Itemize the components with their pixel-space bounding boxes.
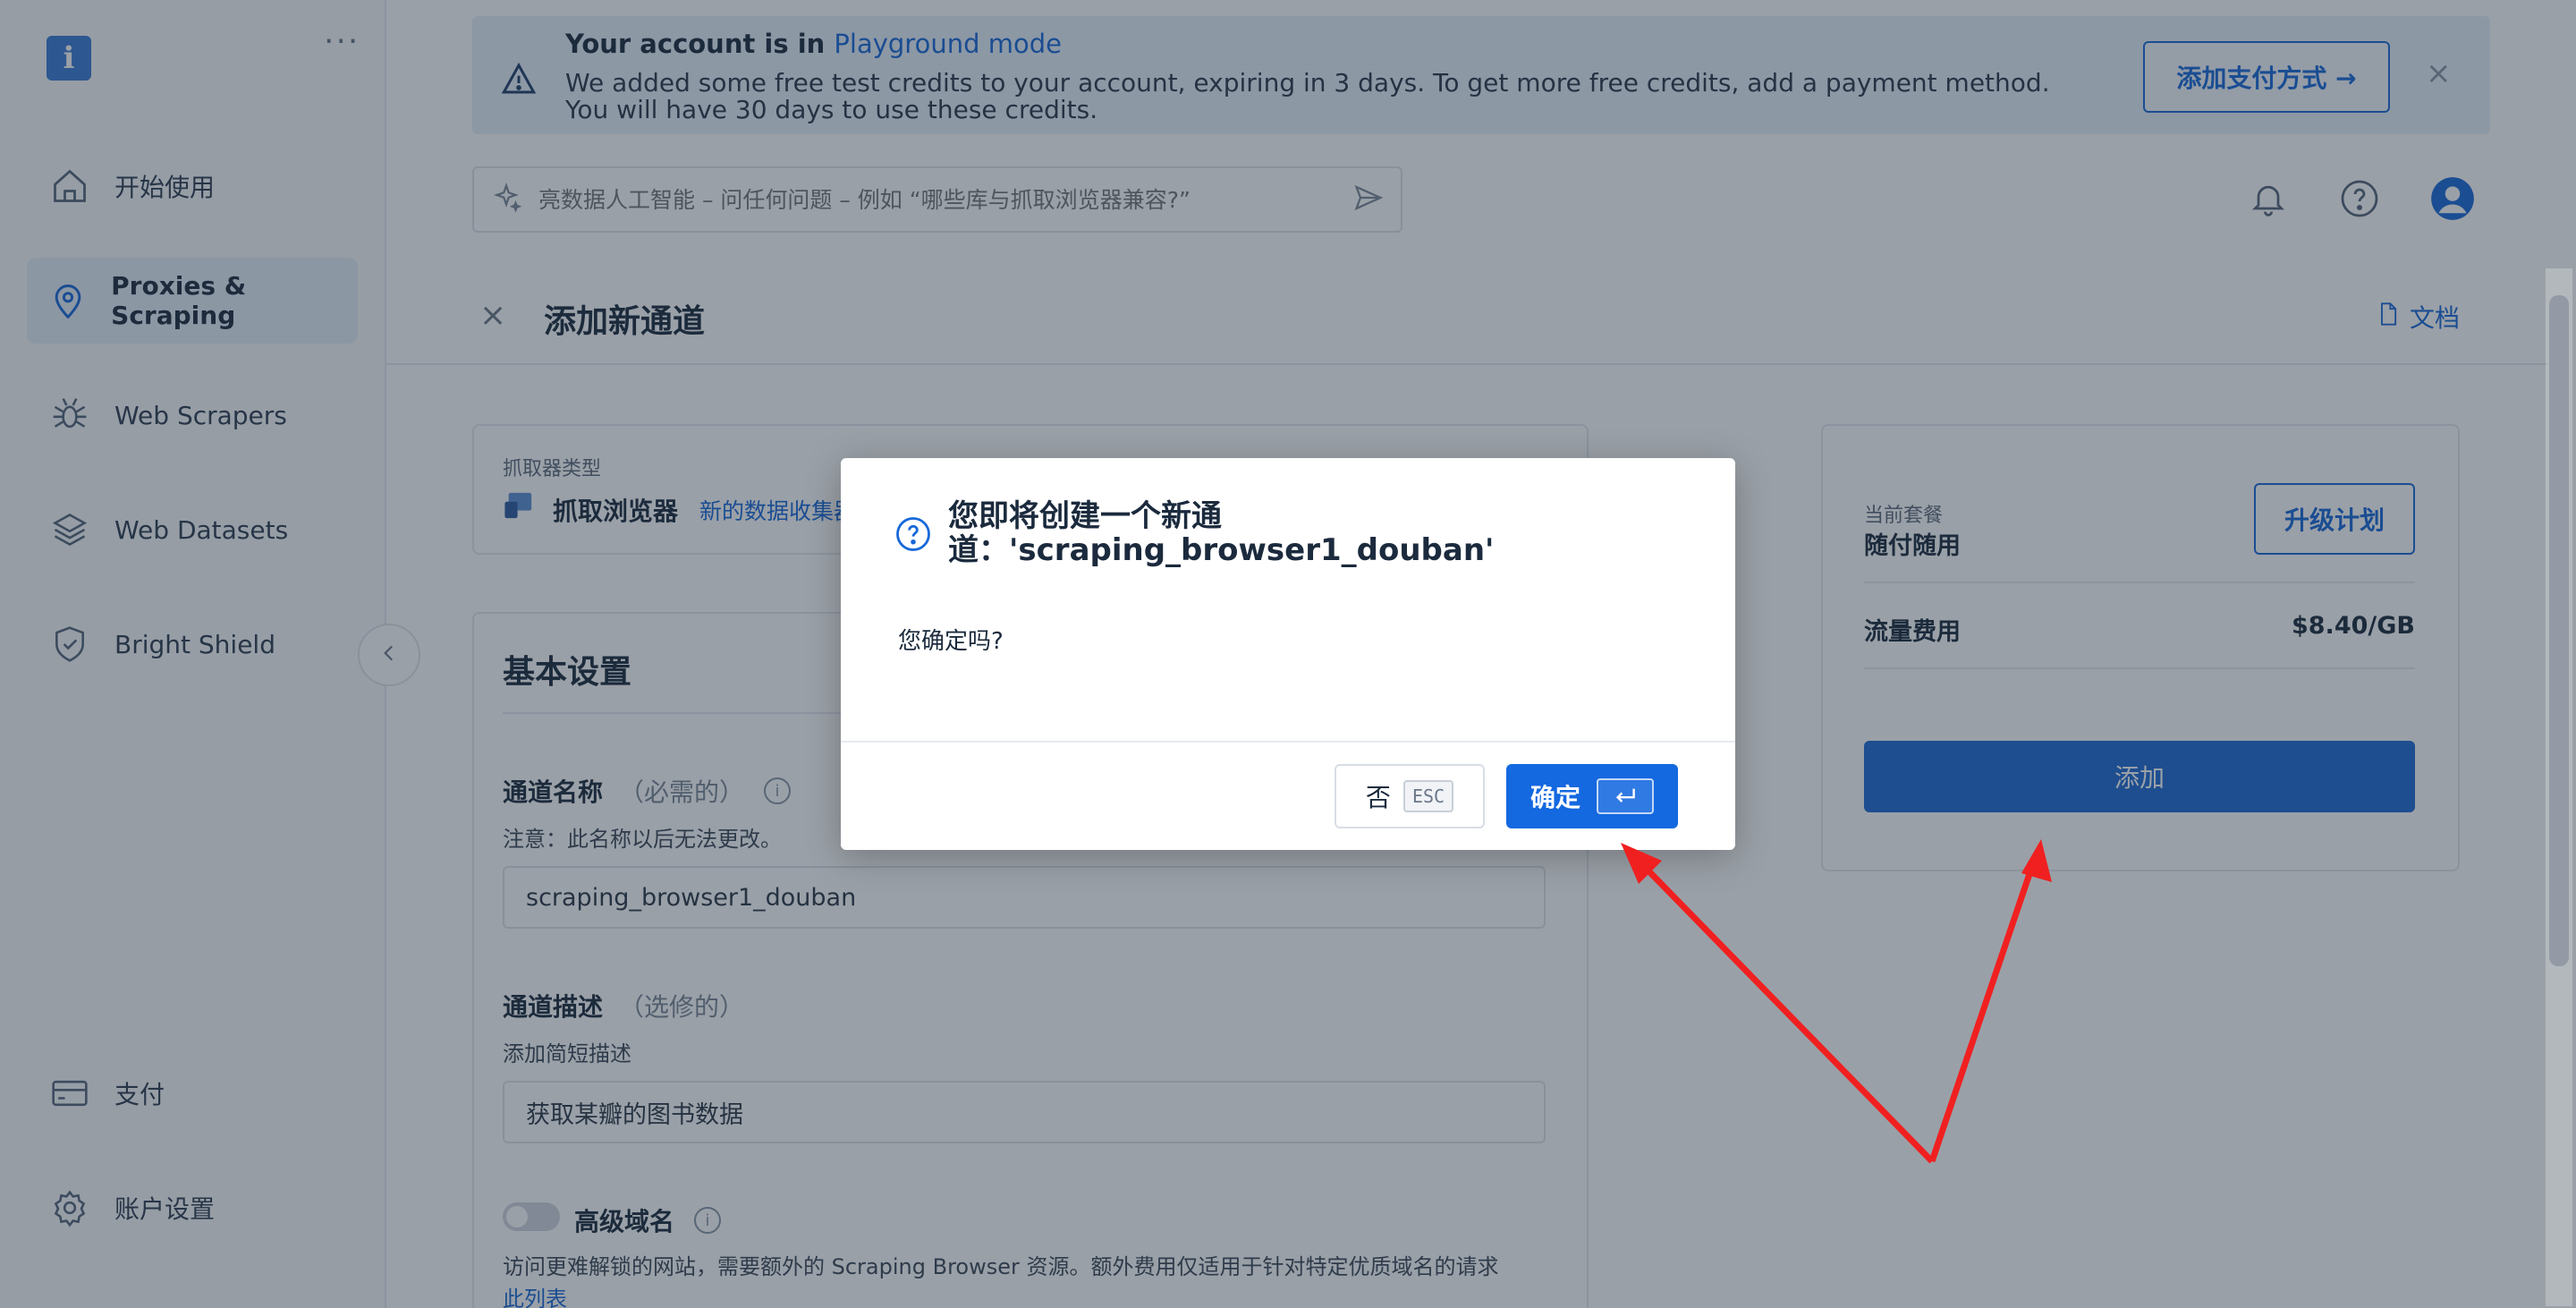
enter-key-icon [1597, 778, 1654, 814]
no-button[interactable]: 否 ESC [1335, 764, 1485, 828]
question-icon [894, 515, 932, 553]
dialog-message: 您确定吗? [898, 628, 1004, 655]
confirm-button-label: 确定 [1530, 783, 1580, 812]
no-button-label: 否 [1365, 783, 1391, 812]
dialog-divider [841, 741, 1735, 743]
esc-key-hint: ESC [1402, 780, 1454, 812]
scrollbar-thumb[interactable] [2549, 295, 2569, 966]
dialog-title: 您即将创建一个新通道：'scraping_browser1_douban' [948, 498, 1495, 568]
confirm-button[interactable]: 确定 [1506, 764, 1678, 828]
